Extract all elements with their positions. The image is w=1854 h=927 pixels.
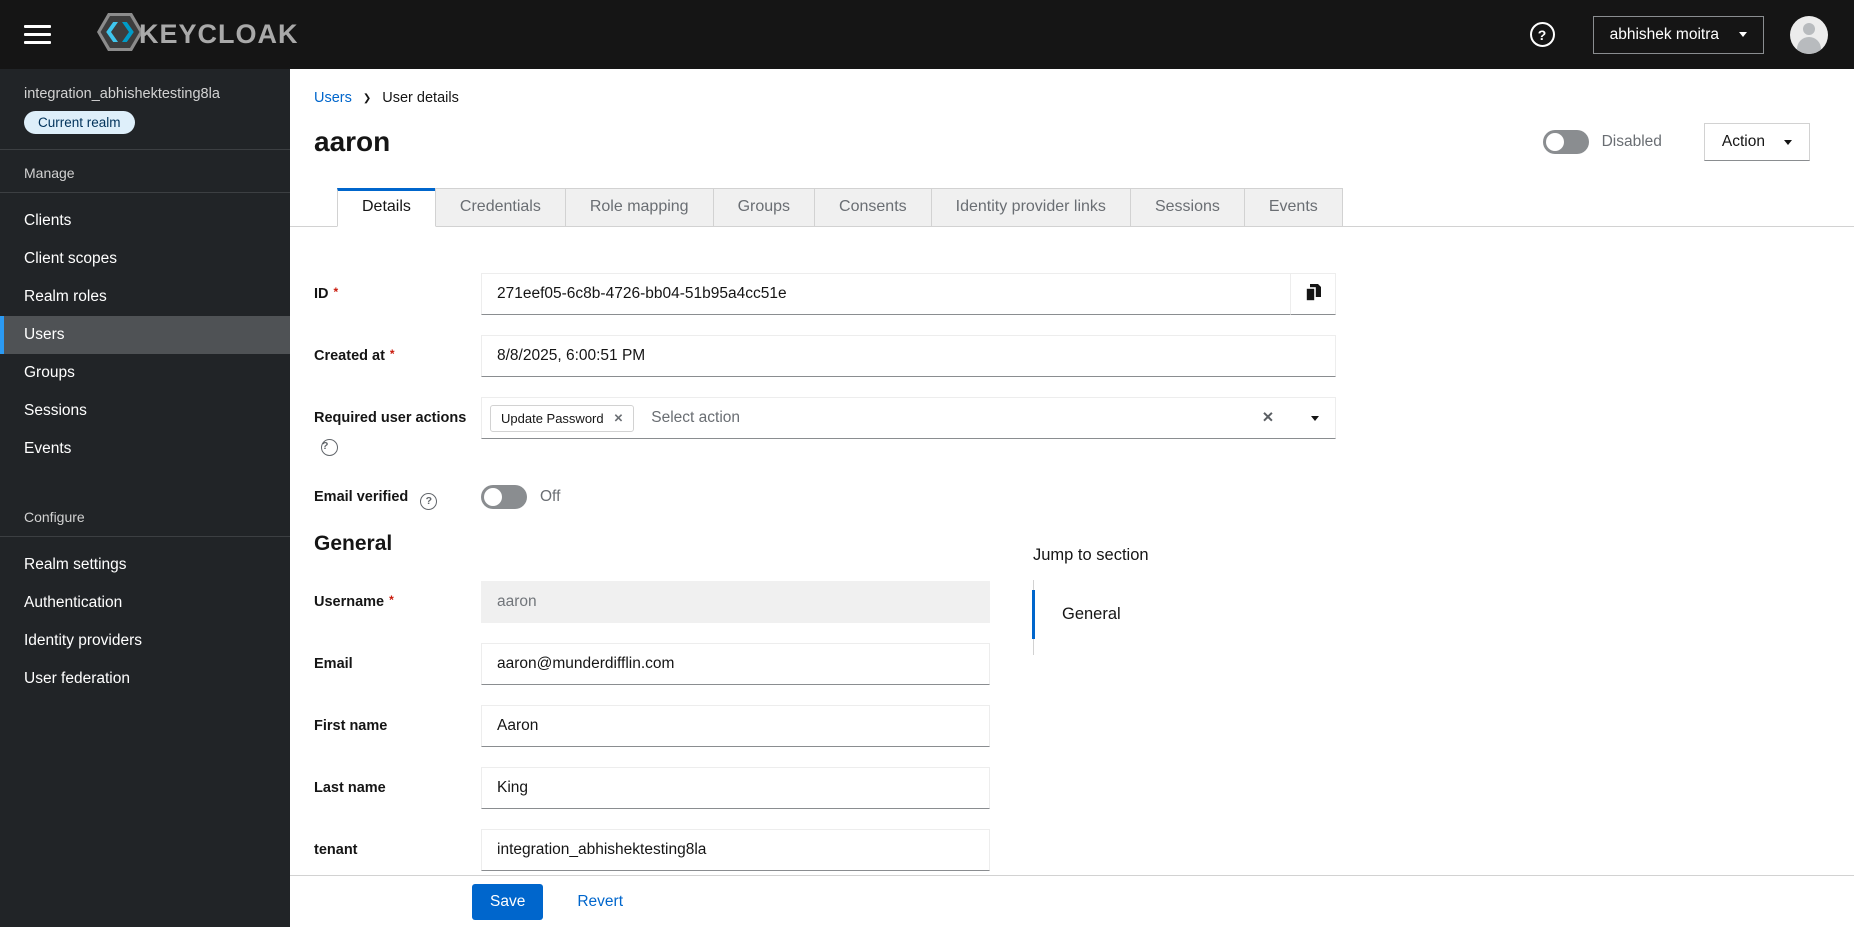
masthead: KEYCLOAK ? abhishek moitra xyxy=(0,0,1854,69)
first-name-label: First name xyxy=(314,718,388,735)
email-label: Email xyxy=(314,656,353,673)
chevron-down-icon[interactable] xyxy=(1311,415,1319,421)
email-row: Email xyxy=(314,643,1854,686)
masthead-toolbar: ? abhishek moitra xyxy=(1529,15,1828,54)
breadcrumb: Users ❯ User details xyxy=(314,90,1810,106)
email-verified-state: Off xyxy=(540,488,561,505)
first-name-input[interactable] xyxy=(481,705,990,748)
save-button[interactable]: Save xyxy=(472,883,544,920)
enabled-toggle-label: Disabled xyxy=(1601,133,1662,150)
chevron-down-icon xyxy=(1784,139,1792,145)
id-row: ID * xyxy=(314,273,1854,315)
first-name-row: First name xyxy=(314,705,1854,748)
copy-icon xyxy=(1304,283,1322,305)
required-actions-label: Required user actions ? xyxy=(314,397,481,456)
sidebar-item-realm-roles[interactable]: Realm roles xyxy=(0,278,290,316)
tenant-label: tenant xyxy=(314,842,358,859)
email-verified-label: Email verified ? xyxy=(314,476,481,511)
nav-section-configure: Configure Realm settings Authentication … xyxy=(0,494,290,698)
enabled-toggle[interactable] xyxy=(1542,130,1589,154)
update-password-chip: Update Password ✕ xyxy=(490,404,635,432)
id-label: ID * xyxy=(314,285,339,302)
sidebar-item-identity-providers[interactable]: Identity providers xyxy=(0,622,290,660)
user-menu-label: abhishek moitra xyxy=(1609,25,1719,43)
sidebar-item-events[interactable]: Events xyxy=(0,430,290,468)
sidebar-item-groups[interactable]: Groups xyxy=(0,354,290,392)
sidebar-item-client-scopes[interactable]: Client scopes xyxy=(0,240,290,278)
sidebar-item-clients[interactable]: Clients xyxy=(0,202,290,240)
tab-sessions[interactable]: Sessions xyxy=(1129,188,1245,226)
breadcrumb-current: User details xyxy=(382,90,459,106)
sidebar-item-user-federation[interactable]: User federation xyxy=(0,660,290,698)
jump-to-section-list: General xyxy=(1032,580,1333,655)
form-action-bar: Save Revert xyxy=(290,875,1854,927)
last-name-row: Last name xyxy=(314,767,1854,810)
user-menu-dropdown[interactable]: abhishek moitra xyxy=(1592,15,1764,54)
avatar-person-icon xyxy=(1803,22,1815,35)
brand-title: KEYCLOAK xyxy=(139,19,299,49)
keycloak-logo[interactable]: KEYCLOAK xyxy=(95,10,299,59)
nav-toggle-hamburger-icon[interactable] xyxy=(24,25,51,44)
realm-block: integration_abhishektesting8la Current r… xyxy=(0,69,290,150)
sidebar-item-realm-settings[interactable]: Realm settings xyxy=(0,546,290,584)
page-title: aaron xyxy=(314,126,391,157)
header-controls: Disabled Action xyxy=(1542,123,1810,161)
user-tabs: Details Credentials Role mapping Groups … xyxy=(290,188,1854,227)
action-dropdown[interactable]: Action xyxy=(1703,123,1810,161)
tab-identity-provider-links[interactable]: Identity provider links xyxy=(930,188,1131,226)
realm-name: integration_abhishektesting8la xyxy=(24,86,220,102)
sidebar-item-sessions[interactable]: Sessions xyxy=(0,392,290,430)
nav-section-title-manage: Manage xyxy=(0,165,290,193)
sidebar: integration_abhishektesting8la Current r… xyxy=(0,69,290,927)
remove-chip-icon[interactable]: ✕ xyxy=(614,411,624,425)
help-icon[interactable]: ? xyxy=(321,438,338,456)
jump-to-section-panel: Jump to section General xyxy=(1032,546,1333,655)
last-name-label: Last name xyxy=(314,780,386,797)
tab-credentials[interactable]: Credentials xyxy=(434,188,566,226)
sidebar-item-authentication[interactable]: Authentication xyxy=(0,584,290,622)
keycloak-logo-icon xyxy=(95,10,145,59)
sidebar-item-users[interactable]: Users xyxy=(0,316,290,354)
breadcrumb-chevron-icon: ❯ xyxy=(362,93,372,104)
created-at-row: Created at * xyxy=(314,335,1854,377)
id-input[interactable] xyxy=(481,273,1290,315)
action-dropdown-label: Action xyxy=(1721,133,1765,150)
tenant-row: tenant xyxy=(314,829,1854,872)
username-label: Username * xyxy=(314,593,394,611)
email-verified-toggle[interactable] xyxy=(481,485,527,509)
nav-section-manage: Manage Clients Client scopes Realm roles… xyxy=(0,150,290,468)
current-realm-badge: Current realm xyxy=(24,111,135,134)
tab-events[interactable]: Events xyxy=(1243,188,1343,226)
jump-item-general[interactable]: General xyxy=(1032,590,1333,639)
tab-role-mapping[interactable]: Role mapping xyxy=(564,188,714,226)
avatar[interactable] xyxy=(1790,15,1828,54)
select-action-placeholder: Select action xyxy=(651,409,741,426)
required-actions-row: Required user actions ? Update Password … xyxy=(314,397,1854,456)
required-indicator: * xyxy=(333,285,339,299)
breadcrumb-users-link[interactable]: Users xyxy=(314,90,352,106)
tab-consents[interactable]: Consents xyxy=(814,188,932,226)
tab-groups[interactable]: Groups xyxy=(712,188,816,226)
help-icon[interactable]: ? xyxy=(1529,22,1555,47)
clear-selection-icon[interactable]: ✕ xyxy=(1262,410,1274,426)
id-input-group xyxy=(481,273,1336,315)
revert-link[interactable]: Revert xyxy=(577,893,623,911)
chevron-down-icon xyxy=(1739,32,1747,37)
help-icon[interactable]: ? xyxy=(420,493,438,511)
email-input[interactable] xyxy=(481,643,990,686)
email-verified-row: Email verified ? Off xyxy=(314,476,1854,511)
nav-section-title-configure: Configure xyxy=(0,509,290,537)
required-indicator: * xyxy=(389,347,395,361)
required-actions-multiselect[interactable]: Update Password ✕ Select action ✕ xyxy=(481,397,1336,439)
username-input xyxy=(481,581,990,624)
tab-details[interactable]: Details xyxy=(337,188,436,227)
required-indicator: * xyxy=(389,593,394,608)
jump-to-section-heading: Jump to section xyxy=(1033,546,1149,564)
created-at-label: Created at * xyxy=(314,347,395,364)
copy-id-button[interactable] xyxy=(1290,273,1336,315)
last-name-input[interactable] xyxy=(481,767,990,810)
main-content: Users ❯ User details aaron Disabled Acti… xyxy=(290,69,1854,927)
created-at-input[interactable] xyxy=(481,335,1336,377)
tenant-input[interactable] xyxy=(481,829,990,872)
